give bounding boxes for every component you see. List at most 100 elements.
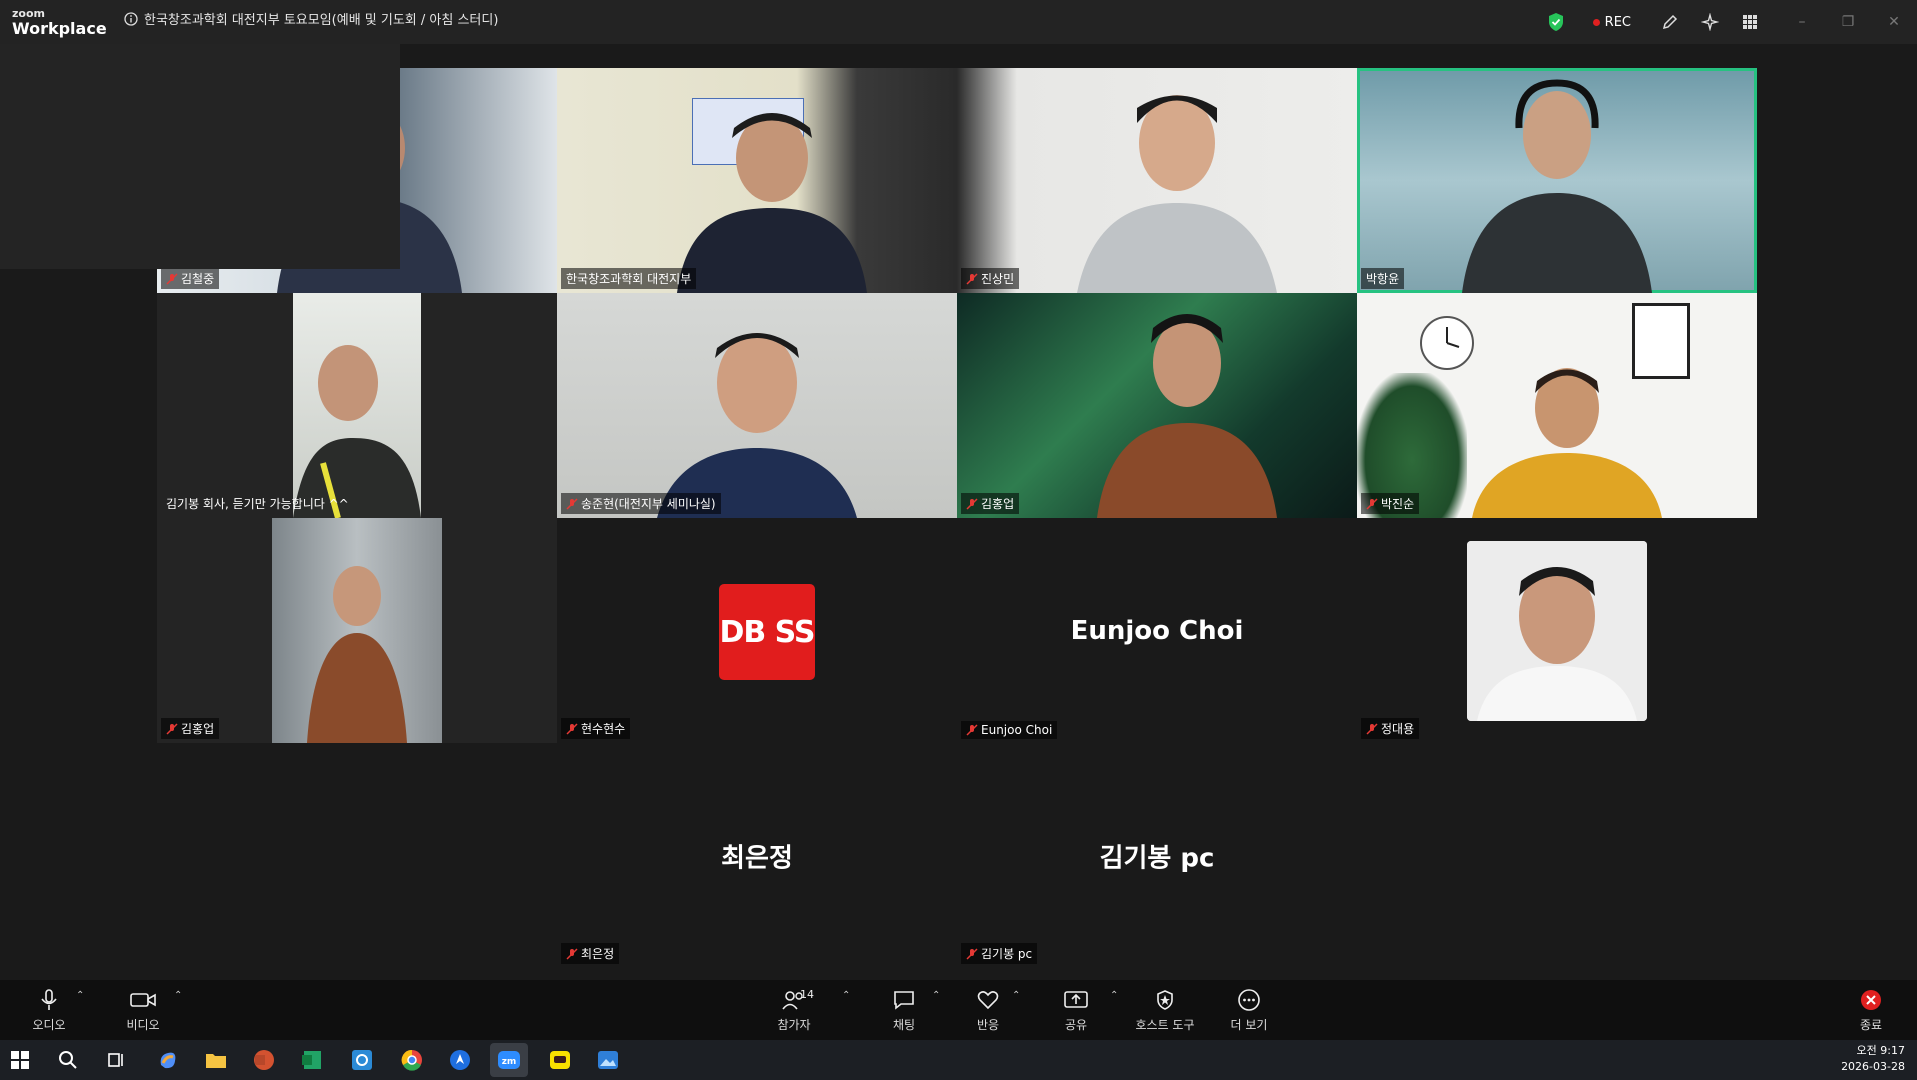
photos-app-icon[interactable] <box>594 1046 622 1074</box>
video-tile[interactable]: 진상민 <box>957 68 1357 293</box>
powerpoint-icon[interactable] <box>250 1046 278 1074</box>
video-tile[interactable]: 김홍업 <box>157 518 557 743</box>
participant-name-tag: 김기봉 회사, 듣기만 가능합니다 ^^ <box>166 497 349 511</box>
clock-date: 2026-03-28 <box>1841 1060 1905 1073</box>
mic-muted-icon <box>566 722 578 735</box>
clock-time: 오전 9:17 <box>1856 1044 1905 1057</box>
video-tile[interactable]: Eunjoo Choi Eunjoo Choi <box>957 518 1357 743</box>
mic-muted-icon <box>966 272 978 285</box>
participant-video <box>1462 79 1652 293</box>
excel-icon[interactable] <box>298 1046 326 1074</box>
video-tile[interactable]: 송준현(대전지부 세미나실) <box>557 293 957 518</box>
chat-options-caret[interactable]: ⌃ <box>932 990 940 1001</box>
mic-muted-icon <box>966 724 978 736</box>
close-window-button[interactable]: ✕ <box>1871 0 1917 44</box>
copilot-icon[interactable] <box>154 1046 182 1074</box>
end-meeting-button[interactable]: 종료 <box>1854 988 1888 1033</box>
system-clock[interactable]: 오전 9:17 2026-03-28 <box>1841 1043 1905 1075</box>
meeting-title-text: 한국창조과학회 대전지부 토요모임(예배 및 기도회 / 아침 스터디) <box>144 13 499 28</box>
participant-name-tag: 현수현수 <box>561 718 631 739</box>
participant-video <box>1077 95 1277 293</box>
mic-muted-icon <box>566 497 578 510</box>
video-tile[interactable]: 김홍업 <box>957 293 1357 518</box>
windows-taskbar: zm 오전 9:17 2026-03-28 <box>0 1040 1917 1080</box>
participants-button[interactable]: 14 참가자 <box>772 988 816 1033</box>
info-icon[interactable] <box>124 11 138 26</box>
more-button[interactable]: 더 보기 <box>1226 988 1272 1033</box>
chat-button[interactable]: 채팅 <box>884 988 924 1033</box>
participants-options-caret[interactable]: ⌃ <box>842 990 850 1001</box>
video-tile[interactable]: 김기봉 pc 김기봉 pc <box>957 743 1357 968</box>
video-tile[interactable] <box>0 44 400 269</box>
participant-count: 14 <box>800 988 814 1001</box>
participant-name-tag: 정대용 <box>1361 718 1420 739</box>
title-bar: zoom Workplace 한국창조과학회 대전지부 토요모임(예배 및 기도… <box>0 0 1917 44</box>
video-tile[interactable]: 정대용 <box>1357 518 1757 743</box>
share-screen-icon <box>1064 991 1088 1008</box>
nav-app-icon[interactable] <box>446 1046 474 1074</box>
mic-muted-icon <box>166 722 178 735</box>
participant-name-tag: Eunjoo Choi <box>961 721 1058 739</box>
more-dots-icon <box>1238 989 1260 1011</box>
audio-button[interactable]: 오디오 <box>28 988 70 1033</box>
heart-icon <box>977 991 999 1010</box>
rec-label: REC <box>1604 14 1631 30</box>
host-tools-button[interactable]: 호스트 도구 <box>1130 988 1200 1033</box>
reactions-options-caret[interactable]: ⌃ <box>1012 990 1020 1001</box>
search-icon[interactable] <box>54 1046 82 1074</box>
minimize-button[interactable]: – <box>1779 0 1825 44</box>
video-tile[interactable]: 한국창조과학회 대전지부 <box>557 68 957 293</box>
recording-indicator[interactable]: REC <box>1592 14 1631 30</box>
participant-video <box>1097 314 1277 518</box>
video-tile-active-speaker[interactable]: 박항윤 <box>1357 68 1757 293</box>
mic-muted-icon <box>566 947 578 960</box>
apps-grid-icon[interactable] <box>1739 11 1761 33</box>
audio-options-caret[interactable]: ⌃ <box>76 990 84 1001</box>
restore-button[interactable]: ❐ <box>1825 0 1871 44</box>
reactions-button[interactable]: 반응 <box>968 988 1008 1033</box>
video-tile[interactable]: 박진순 <box>1357 293 1757 518</box>
mic-muted-icon <box>966 947 978 960</box>
hangul-icon[interactable] <box>348 1046 376 1074</box>
kakaotalk-icon[interactable] <box>546 1046 574 1074</box>
task-view-icon[interactable] <box>102 1046 130 1074</box>
participant-video <box>1472 368 1662 518</box>
participant-name-tag: 한국창조과학회 대전지부 <box>561 268 697 289</box>
participant-display-name: Eunjoo Choi <box>1070 615 1244 646</box>
video-tile[interactable]: 김기봉 회사, 듣기만 가능합니다 ^^ <box>157 293 557 518</box>
file-explorer-icon[interactable] <box>202 1046 230 1074</box>
profile-avatar: DB SS <box>719 584 816 680</box>
security-shield-icon[interactable] <box>1545 11 1567 33</box>
participant-name-tag: 박항윤 <box>1361 268 1405 289</box>
microphone-icon <box>41 989 57 1010</box>
share-button[interactable]: 공유 <box>1056 988 1096 1033</box>
participant-display-name: 김기봉 pc <box>1099 843 1215 873</box>
mic-muted-icon <box>1366 722 1378 735</box>
annotate-pen-icon[interactable] <box>1659 11 1681 33</box>
mic-muted-icon <box>1366 497 1378 510</box>
participant-video <box>272 518 442 743</box>
participant-name-tag: 박진순 <box>1361 493 1420 514</box>
video-tile[interactable]: DB SS 현수현수 <box>557 518 957 743</box>
ai-companion-icon[interactable] <box>1699 11 1721 33</box>
chat-icon <box>894 991 914 1010</box>
chrome-icon[interactable] <box>398 1046 426 1074</box>
zoom-taskbar-icon[interactable]: zm <box>490 1043 528 1077</box>
meeting-controls: 오디오 ⌃ 비디오 ⌃ 14 참가자 ⌃ 채팅 ⌃ 반응 ⌃ 공유 ⌃ 호스트 … <box>0 980 1917 1040</box>
share-options-caret[interactable]: ⌃ <box>1110 990 1118 1001</box>
logo-top: zoom <box>12 7 45 20</box>
participant-name-tag: 송준현(대전지부 세미나실) <box>561 493 721 514</box>
mic-muted-icon <box>166 272 178 285</box>
zoom-logo: zoom Workplace <box>12 8 107 37</box>
profile-photo <box>1467 541 1647 721</box>
camera-icon <box>130 993 156 1007</box>
participant-name-tag: 김기봉 pc <box>961 943 1038 964</box>
meeting-title[interactable]: 한국창조과학회 대전지부 토요모임(예배 및 기도회 / 아침 스터디) <box>124 9 498 28</box>
participant-name-tag: 진상민 <box>961 268 1020 289</box>
participant-name-tag: 김홍업 <box>961 493 1020 514</box>
windows-start-icon[interactable] <box>6 1046 34 1074</box>
video-button[interactable]: 비디오 <box>122 988 164 1033</box>
video-tile[interactable]: 최은정 최은정 <box>557 743 957 968</box>
video-options-caret[interactable]: ⌃ <box>174 990 182 1001</box>
end-x-icon <box>1861 990 1881 1010</box>
